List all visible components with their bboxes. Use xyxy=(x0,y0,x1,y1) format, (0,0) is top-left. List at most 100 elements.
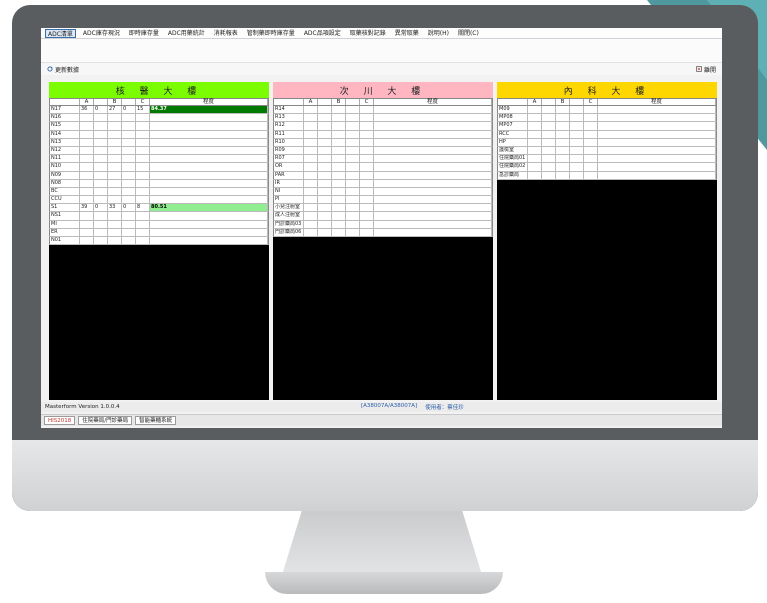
table-row[interactable]: N13 xyxy=(49,138,269,147)
table-row[interactable]: CCU xyxy=(49,196,269,205)
table-row[interactable]: N01 xyxy=(49,237,269,246)
table-row[interactable]: N12 xyxy=(49,146,269,156)
value-cell: 33 xyxy=(108,204,122,212)
menu-item[interactable]: 說明(H) xyxy=(426,29,451,38)
degree-cell xyxy=(150,220,268,228)
close-button[interactable]: 離開 xyxy=(696,65,716,74)
monitor-chin xyxy=(12,440,758,511)
refresh-button[interactable]: 更新數據 xyxy=(47,65,79,74)
table-row[interactable]: N15 xyxy=(49,122,269,131)
value-cell xyxy=(346,204,360,212)
table-row[interactable]: PI xyxy=(273,196,493,205)
table-row[interactable]: MI xyxy=(49,220,269,229)
table-row[interactable]: ER xyxy=(49,228,269,237)
table-row[interactable]: RCC xyxy=(497,130,717,139)
taskbar-item[interactable]: 住院藥局/門診藥局 xyxy=(78,416,133,425)
value-cell xyxy=(360,171,374,179)
table-row[interactable]: 門診藥局06 xyxy=(273,228,493,237)
table-row[interactable]: 住院藥局01 xyxy=(497,155,717,164)
table-row[interactable]: R11 xyxy=(273,130,493,139)
menu-item[interactable]: 取藥核對記錄 xyxy=(348,29,388,38)
degree-cell xyxy=(598,106,716,114)
table-row[interactable]: BC xyxy=(49,187,269,197)
table-row[interactable]: R09 xyxy=(273,146,493,156)
value-cell xyxy=(108,196,122,204)
station-cell: N12 xyxy=(50,146,80,155)
table-row[interactable]: 護檢室 xyxy=(497,146,717,156)
value-cell xyxy=(332,138,346,146)
table-row[interactable]: N09 xyxy=(49,171,269,180)
menu-item[interactable]: 消耗報表 xyxy=(212,29,240,38)
table-row[interactable]: M09 xyxy=(497,106,717,115)
station-cell: MP07 xyxy=(498,122,528,130)
table-row[interactable]: HP xyxy=(497,138,717,147)
table-row[interactable]: S1 39 0 33 0 8 80.51 xyxy=(49,204,269,213)
table-row[interactable]: NS1 xyxy=(49,212,269,221)
table-row[interactable]: MP07 xyxy=(497,122,717,131)
table-row[interactable]: 成人注射室 xyxy=(273,212,493,221)
station-text: [A38007A/A38007A] xyxy=(361,403,418,409)
table-row[interactable]: 住院藥局02 xyxy=(497,163,717,172)
table-row[interactable]: IR xyxy=(273,179,493,188)
table-row[interactable]: NI xyxy=(273,187,493,197)
value-cell xyxy=(108,187,122,196)
value-cell xyxy=(332,155,346,163)
taskbar-item[interactable]: HIS2018 xyxy=(44,416,76,425)
value-cell xyxy=(80,187,94,196)
station-cell: N08 xyxy=(50,179,80,187)
table-row[interactable]: N14 xyxy=(49,130,269,139)
column-header: A B C 程度 xyxy=(497,98,717,106)
table-row[interactable]: PAR xyxy=(273,171,493,180)
value-cell xyxy=(542,146,556,155)
table-row[interactable]: OR xyxy=(273,163,493,172)
degree-cell xyxy=(598,114,716,122)
value-cell xyxy=(94,114,108,122)
menu-item[interactable]: 異常取藥 xyxy=(393,29,421,38)
table-row[interactable]: R13 xyxy=(273,114,493,123)
table-row[interactable]: R14 xyxy=(273,106,493,115)
menu-item[interactable]: 管制藥即時庫存量 xyxy=(245,29,297,38)
column-header-cell: B xyxy=(332,99,346,105)
menu-item[interactable]: 即時庫存量 xyxy=(127,29,161,38)
table-row[interactable]: N08 xyxy=(49,179,269,188)
value-cell xyxy=(304,130,318,138)
table-row[interactable]: R10 xyxy=(273,138,493,147)
table-row[interactable]: 小兒注射室 xyxy=(273,204,493,213)
menu-item[interactable]: ADC品項設定 xyxy=(302,29,343,38)
degree-cell xyxy=(150,122,268,130)
degree-cell xyxy=(374,130,492,138)
menu-item[interactable]: ADC庫存現況 xyxy=(81,29,122,38)
taskbar-item[interactable]: 智能藥櫃系統 xyxy=(135,416,177,425)
table-row[interactable]: 門診藥局03 xyxy=(273,220,493,229)
table-row[interactable]: N17 36 0 27 0 15 84.37 xyxy=(49,106,269,115)
value-cell xyxy=(360,130,374,138)
table-row[interactable]: 急診藥局 xyxy=(497,171,717,180)
status-info: [A38007A/A38007A] 使用者：蔡佳珍 xyxy=(361,403,464,411)
table-row[interactable]: N11 xyxy=(49,155,269,164)
exit-icon xyxy=(696,66,702,72)
value-cell xyxy=(360,114,374,122)
value-cell xyxy=(346,163,360,171)
value-cell xyxy=(318,171,332,179)
value-cell xyxy=(80,122,94,130)
value-cell xyxy=(108,130,122,138)
value-cell xyxy=(122,155,136,163)
value-cell xyxy=(360,163,374,171)
table-row[interactable]: N16 xyxy=(49,114,269,123)
value-cell xyxy=(332,179,346,187)
table-row[interactable]: MP08 xyxy=(497,114,717,123)
station-cell: NI xyxy=(274,187,304,196)
value-cell xyxy=(108,155,122,163)
menu-item[interactable]: 關閉(C) xyxy=(456,29,481,38)
value-cell xyxy=(542,155,556,163)
value-cell xyxy=(136,237,150,245)
value-cell xyxy=(318,122,332,130)
value-cell xyxy=(332,228,346,236)
value-cell xyxy=(136,163,150,171)
table-row[interactable]: R07 xyxy=(273,155,493,164)
table-row[interactable]: N10 xyxy=(49,163,269,172)
table-row[interactable]: R12 xyxy=(273,122,493,131)
menu-item[interactable]: ADC清單 xyxy=(45,28,76,38)
menu-item[interactable]: ADC用藥統計 xyxy=(166,29,207,38)
degree-cell xyxy=(598,163,716,171)
